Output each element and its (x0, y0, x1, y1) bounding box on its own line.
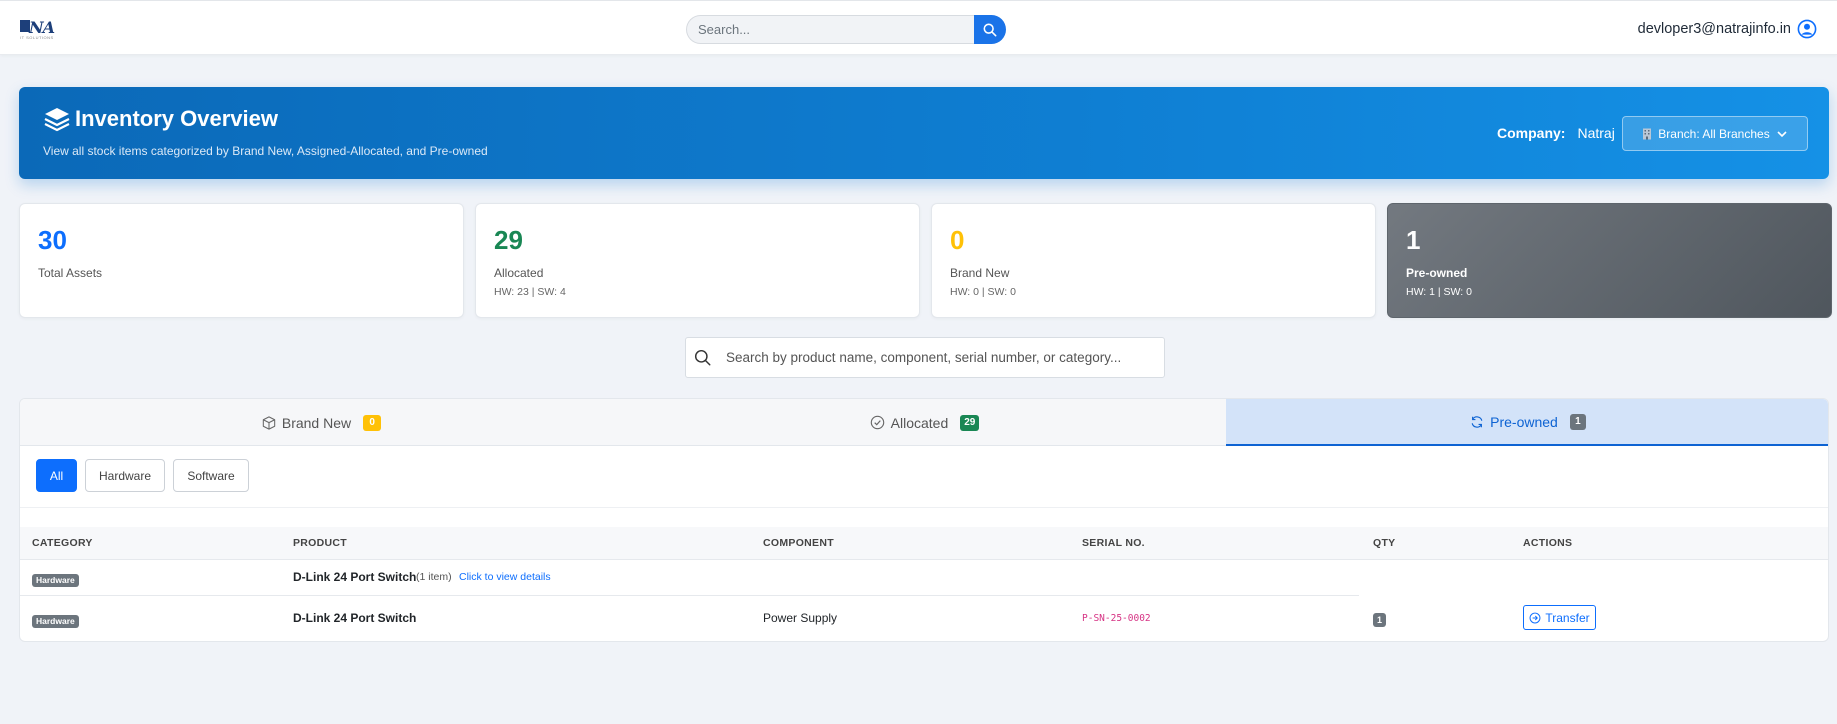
product-name: D-Link 24 Port Switch (293, 570, 417, 584)
search-icon (694, 349, 711, 366)
page-title: Inventory Overview (43, 106, 278, 132)
table-row: Hardware D-Link 24 Port Switch Power Sup… (20, 596, 1828, 641)
tab-label: Brand New (281, 414, 352, 431)
stat-meta: HW: 0 | SW: 0 (950, 286, 1016, 298)
stat-label: Pre-owned (1406, 266, 1468, 280)
stat-card-total: 30 Total Assets (19, 203, 464, 318)
stat-label: Total Assets (38, 266, 103, 280)
tab-pre-owned[interactable]: Pre-owned 1 (1226, 399, 1828, 446)
filter-software-button[interactable]: Software (173, 459, 249, 492)
user-menu[interactable]: devloper3@natrajinfo.in (1638, 17, 1817, 41)
inventory-panel: Brand New 0 Allocated 29 Pre-owned 1 All… (19, 398, 1829, 642)
layers-icon (44, 108, 70, 132)
refresh-icon (1471, 415, 1483, 428)
tab-label: Allocated (890, 414, 949, 431)
category-badge: Hardware (32, 615, 79, 628)
item-count: (1 item) (416, 571, 452, 583)
inventory-hero: Inventory Overview View all stock items … (19, 87, 1829, 179)
stat-card-allocated: 29 Allocated HW: 23 | SW: 4 (475, 203, 920, 318)
category-badge: Hardware (32, 574, 79, 587)
tab-count-badge: 1 (1569, 413, 1586, 430)
tab-brand-new[interactable]: Brand New 0 (20, 399, 623, 446)
serial-number: P-SN-25-0002 (1082, 613, 1151, 624)
user-avatar-icon (1797, 19, 1817, 39)
inventory-search (685, 337, 1165, 378)
product-name: D-Link 24 Port Switch (293, 611, 417, 625)
tab-count-badge: 29 (960, 414, 980, 431)
stat-value: 29 (494, 225, 523, 255)
page-subtitle: View all stock items categorized by Bran… (43, 144, 488, 158)
header-search-input[interactable] (686, 15, 974, 44)
transfer-label: Transfer (1545, 610, 1590, 625)
column-header-product: PRODUCT (293, 537, 348, 549)
stat-meta: HW: 23 | SW: 4 (494, 286, 566, 298)
stat-value: 1 (1406, 225, 1421, 255)
company-info: Company: Natraj (1497, 125, 1615, 141)
building-icon (1643, 128, 1652, 139)
branch-label: Branch: All Branches (1658, 126, 1770, 141)
inventory-search-input[interactable] (726, 338, 1156, 377)
filter-all-button[interactable]: All (36, 459, 77, 492)
stat-label: Brand New (950, 266, 1010, 280)
company-label: Company: (1497, 125, 1566, 141)
arrow-right-circle-icon (1529, 612, 1541, 623)
type-filters: All Hardware Software (20, 446, 1828, 508)
tab-allocated[interactable]: Allocated 29 (623, 399, 1226, 446)
stat-card-brand-new: 0 Brand New HW: 0 | SW: 0 (931, 203, 1376, 318)
check-circle-icon (870, 415, 884, 430)
top-navbar: NA IT SOLUTIONS devloper3@natrajinfo.in (0, 0, 1837, 55)
table-header: CATEGORY PRODUCT COMPONENT SERIAL NO. QT… (20, 527, 1828, 560)
company-value: Natraj (1577, 125, 1615, 141)
column-header-actions: ACTIONS (1523, 537, 1573, 549)
inventory-tabs: Brand New 0 Allocated 29 Pre-owned 1 (20, 399, 1828, 446)
header-search (686, 15, 1006, 44)
stat-value: 30 (38, 225, 67, 255)
stat-value: 0 (950, 225, 965, 255)
stat-label: Allocated (494, 266, 544, 280)
search-icon (983, 23, 997, 36)
box-icon (262, 415, 276, 430)
filter-hardware-button[interactable]: Hardware (85, 459, 165, 492)
tab-count-badge: 0 (363, 414, 382, 431)
qty-badge: 1 (1373, 613, 1387, 627)
column-header-qty: QTY (1373, 537, 1396, 549)
page-title-text: Inventory Overview (75, 106, 278, 131)
transfer-button[interactable]: Transfer (1523, 605, 1596, 630)
header-search-button[interactable] (974, 15, 1006, 44)
user-email: devloper3@natrajinfo.in (1637, 21, 1791, 37)
logo-subtitle: IT SOLUTIONS (20, 35, 54, 40)
column-header-serial: SERIAL NO. (1082, 537, 1145, 549)
table-group-row[interactable]: Hardware D-Link 24 Port Switch (1 item) … (20, 560, 1828, 596)
column-header-component: COMPONENT (763, 537, 834, 549)
column-header-category: CATEGORY (32, 537, 93, 549)
chevron-down-icon (1777, 130, 1787, 137)
tab-label: Pre-owned (1490, 413, 1558, 430)
branch-dropdown[interactable]: Branch: All Branches (1622, 116, 1808, 151)
view-details-link[interactable]: Click to view details (459, 571, 551, 583)
stat-card-pre-owned: 1 Pre-owned HW: 1 | SW: 0 (1387, 203, 1832, 318)
stat-meta: HW: 1 | SW: 0 (1406, 286, 1472, 298)
company-logo[interactable]: NA IT SOLUTIONS (20, 18, 55, 40)
component-name: Power Supply (763, 611, 838, 625)
